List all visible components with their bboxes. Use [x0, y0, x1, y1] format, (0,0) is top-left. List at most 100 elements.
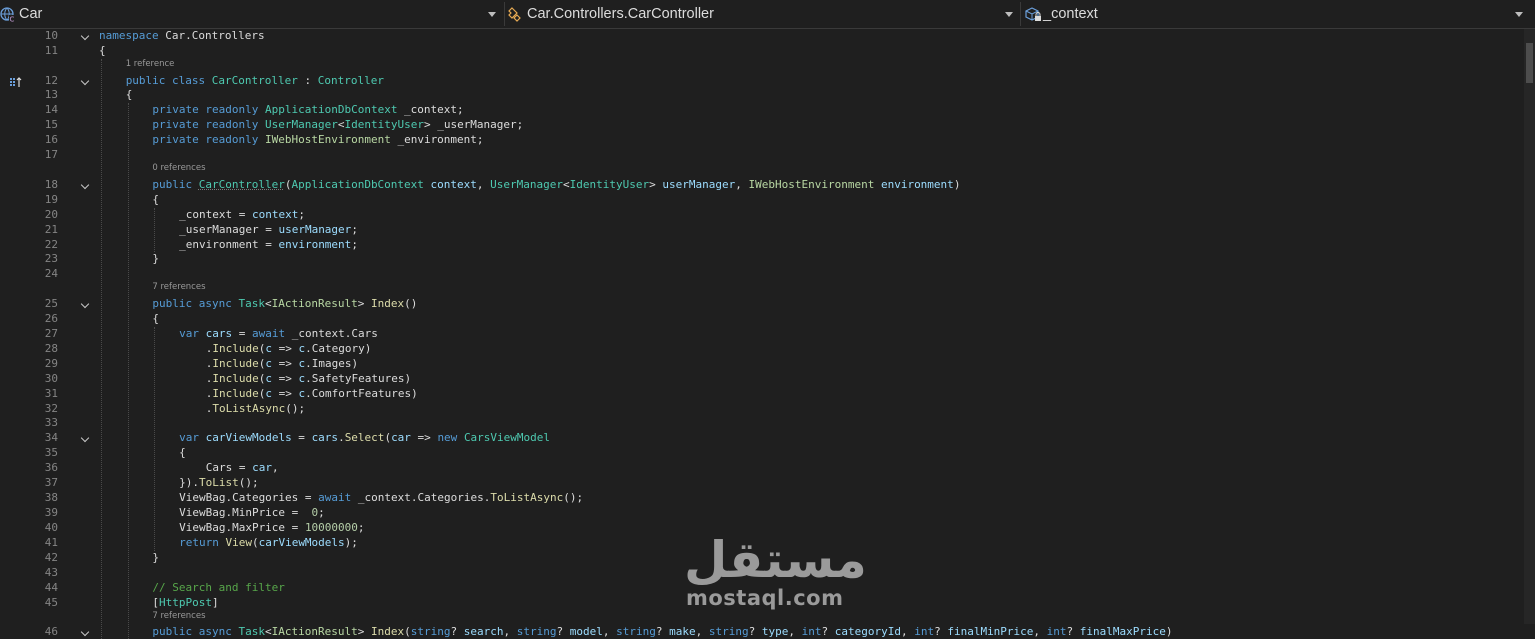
codelens-references[interactable]: 1 reference: [126, 59, 175, 70]
mostaql-watermark: مستقل mostaql.com: [680, 532, 855, 612]
code-line[interactable]: 39 ViewBag.MinPrice = 0;: [0, 506, 1535, 520]
code-line[interactable]: 16 private readonly IWebHostEnvironment _…: [0, 133, 1535, 147]
code-line[interactable]: 37}).ToList();: [0, 476, 1535, 490]
code-token: readonly: [205, 118, 265, 131]
fold-chevron-icon[interactable]: [81, 434, 89, 442]
code-token: finalMinPrice: [947, 625, 1033, 638]
code-line[interactable]: 38 ViewBag.Categories = await _context.Ca…: [0, 491, 1535, 505]
code-token: Task: [239, 625, 266, 638]
code-line[interactable]: 36 Cars = car,: [0, 461, 1535, 475]
line-number: 45: [20, 596, 58, 610]
code-line[interactable]: 30 .Include(c => c.SafetyFeatures): [0, 372, 1535, 386]
code-token: ();: [563, 491, 583, 504]
code-line[interactable]: 11 {: [0, 44, 1535, 58]
codelens-references[interactable]: 7 references: [152, 282, 205, 293]
code-line[interactable]: 24: [0, 267, 1535, 281]
code-token: environment: [278, 238, 351, 251]
code-token: Index: [371, 625, 404, 638]
code-line[interactable]: 26 {: [0, 312, 1535, 326]
code-token: ?: [450, 625, 463, 638]
code-token: =: [232, 208, 252, 221]
code-token: Include: [212, 372, 258, 385]
line-number: 46: [20, 625, 58, 639]
code-token: _environment;: [391, 133, 484, 146]
scrollbar-thumb[interactable]: [1526, 43, 1533, 83]
code-token: int: [802, 625, 822, 638]
code-line[interactable]: 12 public class CarController : Controlle…: [0, 74, 1535, 88]
code-token: async: [199, 297, 239, 310]
member-dropdown[interactable]: _context: [1024, 2, 1529, 26]
code-line[interactable]: 23}: [0, 252, 1535, 266]
codelens-references[interactable]: 7 references: [152, 611, 205, 622]
code-token: await: [318, 491, 358, 504]
line-number: 32: [20, 402, 58, 416]
code-token: .SafetyFeatures): [305, 372, 411, 385]
code-token: IWebHostEnvironment: [265, 133, 391, 146]
watermark-latin: mostaql.com: [686, 586, 843, 610]
line-number: 37: [20, 476, 58, 490]
code-text: _environment = environment;: [179, 238, 358, 252]
svg-text:C: C: [10, 16, 15, 23]
code-token: >: [358, 625, 371, 638]
fold-chevron-icon[interactable]: [81, 32, 89, 40]
code-line[interactable]: 21 _userManager = userManager;: [0, 223, 1535, 237]
code-token: ApplicationDbContext: [265, 103, 397, 116]
code-line[interactable]: 13 {: [0, 88, 1535, 102]
code-token: userManager: [278, 223, 351, 236]
code-line[interactable]: 35 {: [0, 446, 1535, 460]
code-line[interactable]: 46 public async Task<IActionResult> Index…: [0, 625, 1535, 639]
code-token: HttpPost: [159, 596, 212, 609]
code-token: =: [292, 431, 312, 444]
code-text: Cars = car,: [206, 461, 279, 475]
code-line[interactable]: 32 .ToListAsync();: [0, 402, 1535, 416]
code-line[interactable]: 10 namespace Car.Controllers: [0, 29, 1535, 43]
code-text: .ToListAsync();: [206, 402, 305, 416]
code-token: ,: [272, 461, 279, 474]
line-number: 23: [20, 252, 58, 266]
code-token: CarsViewModel: [464, 431, 550, 444]
line-number: 10: [20, 29, 58, 43]
code-line[interactable]: 20 _context = context;: [0, 208, 1535, 222]
code-token: readonly: [205, 103, 265, 116]
code-text: public async Task<IActionResult> Index(): [152, 297, 417, 311]
code-text: return View(carViewModels);: [179, 536, 358, 550]
code-token: .ComfortFeatures): [305, 387, 418, 400]
fold-chevron-icon[interactable]: [81, 300, 89, 308]
bookmark-icon[interactable]: [9, 73, 23, 85]
project-dropdown[interactable]: C Car: [0, 2, 502, 26]
line-number: 41: [20, 536, 58, 550]
code-line[interactable]: 33: [0, 416, 1535, 430]
code-text: [HttpPost]: [152, 596, 218, 610]
fold-chevron-icon[interactable]: [81, 628, 89, 636]
code-line[interactable]: 27 var cars = await _context.Cars: [0, 327, 1535, 341]
code-line[interactable]: 15 private readonly UserManager<IdentityU…: [0, 118, 1535, 132]
line-number: 11: [20, 44, 58, 58]
code-line[interactable]: 19 {: [0, 193, 1535, 207]
code-line[interactable]: 28 .Include(c => c.Category): [0, 342, 1535, 356]
field-icon: [1024, 6, 1040, 22]
indent-guide: [101, 59, 102, 639]
code-token: carViewModels: [206, 431, 292, 444]
code-line[interactable]: 17: [0, 148, 1535, 162]
fold-chevron-icon[interactable]: [81, 76, 89, 84]
code-token: context: [252, 208, 298, 221]
code-token: IActionResult: [272, 297, 358, 310]
code-token: >: [358, 297, 371, 310]
code-line[interactable]: 18 public CarController(ApplicationDbCont…: [0, 178, 1535, 192]
code-line[interactable]: 14 private readonly ApplicationDbContext …: [0, 103, 1535, 117]
codelens-references[interactable]: 0 references: [152, 163, 205, 174]
code-token: .Images): [305, 357, 358, 370]
code-token: {: [99, 44, 106, 57]
code-line[interactable]: 29 .Include(c => c.Images): [0, 357, 1535, 371]
code-line[interactable]: 22 _environment = environment;: [0, 238, 1535, 252]
fold-chevron-icon[interactable]: [81, 181, 89, 189]
code-line[interactable]: 25 public async Task<IActionResult> Index…: [0, 297, 1535, 311]
type-dropdown[interactable]: Car.Controllers.CarController: [508, 2, 1019, 26]
code-line[interactable]: 31 .Include(c => c.ComfortFeatures): [0, 387, 1535, 401]
code-token: (: [252, 536, 259, 549]
code-token: var: [179, 327, 206, 340]
code-text: .Include(c => c.Images): [206, 357, 358, 371]
code-token: Select: [345, 431, 385, 444]
vertical-scrollbar[interactable]: [1524, 29, 1535, 624]
code-line[interactable]: 34 var carViewModels = cars.Select(car =>…: [0, 431, 1535, 445]
